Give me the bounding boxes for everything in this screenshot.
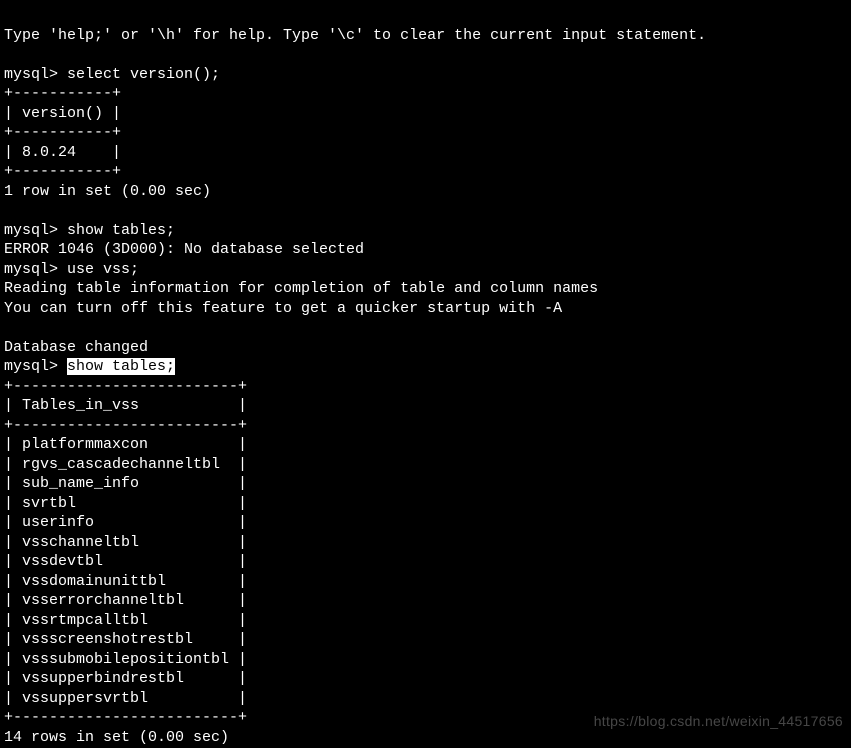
reading-line: Reading table information for completion…	[4, 280, 598, 297]
turnoff-line: You can turn off this feature to get a q…	[4, 300, 562, 317]
tables-row: | userinfo |	[4, 514, 247, 531]
tables-row: | svrtbl |	[4, 495, 247, 512]
tables-row: | vssupperbindrestbl |	[4, 670, 247, 687]
tables-header: | Tables_in_vss |	[4, 397, 247, 414]
tables-row: | vssdevtbl |	[4, 553, 247, 570]
version-value: | 8.0.24 |	[4, 144, 121, 161]
tables-row: | vssuppersvrtbl |	[4, 690, 247, 707]
cmd-show-tables-1: show tables;	[67, 222, 175, 239]
version-border-top: +-----------+	[4, 85, 121, 102]
version-border-mid: +-----------+	[4, 124, 121, 141]
db-changed: Database changed	[4, 339, 148, 356]
error-line: ERROR 1046 (3D000): No database selected	[4, 241, 364, 258]
prompt: mysql>	[4, 261, 67, 278]
watermark-text: https://blog.csdn.net/weixin_44517656	[594, 712, 843, 730]
tables-border-bot: +-------------------------+	[4, 709, 247, 726]
tables-row: | vsserrorchanneltbl |	[4, 592, 247, 609]
version-header: | version() |	[4, 105, 121, 122]
row-summary-1: 1 row in set (0.00 sec)	[4, 183, 211, 200]
tables-row: | rgvs_cascadechanneltbl |	[4, 456, 247, 473]
cmd-show-tables-2-highlight: show tables;	[67, 358, 175, 375]
tables-row: | platformmaxcon |	[4, 436, 247, 453]
intro-text: Type 'help;' or '\h' for help. Type '\c'…	[4, 27, 706, 44]
tables-row: | sub_name_info |	[4, 475, 247, 492]
tables-row: | vssscreenshotrestbl |	[4, 631, 247, 648]
prompt: mysql>	[4, 66, 67, 83]
cmd-use: use vss;	[67, 261, 139, 278]
version-border-bot: +-----------+	[4, 163, 121, 180]
prompt: mysql>	[4, 222, 67, 239]
terminal-output[interactable]: Type 'help;' or '\h' for help. Type '\c'…	[0, 0, 851, 748]
tables-border-mid: +-------------------------+	[4, 417, 247, 434]
tables-row: | vssrtmpcalltbl |	[4, 612, 247, 629]
tables-row: | vssdomainunittbl |	[4, 573, 247, 590]
tables-row: | vsschanneltbl |	[4, 534, 247, 551]
cmd-version: select version();	[67, 66, 220, 83]
row-summary-2: 14 rows in set (0.00 sec)	[4, 729, 229, 746]
tables-row: | vsssubmobilepositiontbl |	[4, 651, 247, 668]
tables-border-top: +-------------------------+	[4, 378, 247, 395]
prompt: mysql>	[4, 358, 67, 375]
